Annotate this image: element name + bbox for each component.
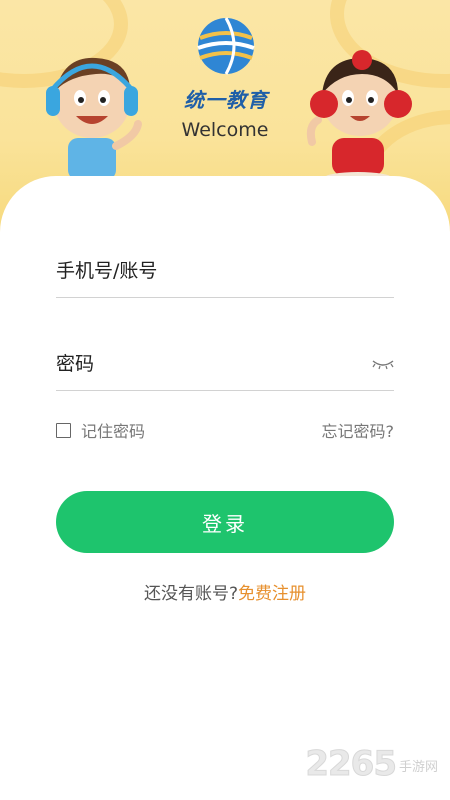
- remember-password-label: 记住密码: [81, 422, 146, 441]
- password-input[interactable]: 密码: [56, 349, 94, 376]
- forgot-password-link[interactable]: 忘记密码?: [322, 418, 395, 442]
- eye-closed-icon[interactable]: [372, 358, 394, 370]
- watermark: 2265 手游网: [305, 744, 438, 785]
- remember-password-toggle[interactable]: 记住密码: [56, 419, 145, 441]
- account-field[interactable]: 手机号/账号: [56, 245, 394, 298]
- watermark-number: 2265: [305, 744, 398, 785]
- account-input[interactable]: 手机号/账号: [56, 256, 157, 283]
- register-prompt: 还没有账号?免费注册: [0, 579, 450, 604]
- boy-mascot-illustration: [46, 57, 142, 180]
- brand-name: 统一教育: [184, 88, 268, 112]
- no-account-text: 还没有账号?: [143, 584, 239, 604]
- remember-password-checkbox[interactable]: [56, 422, 71, 438]
- welcome-text: Welcome: [181, 119, 269, 141]
- password-field[interactable]: 密码: [56, 338, 394, 391]
- girl-mascot-illustration: [306, 50, 412, 182]
- globe-logo-icon: [197, 17, 255, 75]
- watermark-text: 手游网: [398, 759, 438, 775]
- register-link[interactable]: 免费注册: [238, 584, 306, 604]
- login-button[interactable]: 登录: [56, 491, 394, 553]
